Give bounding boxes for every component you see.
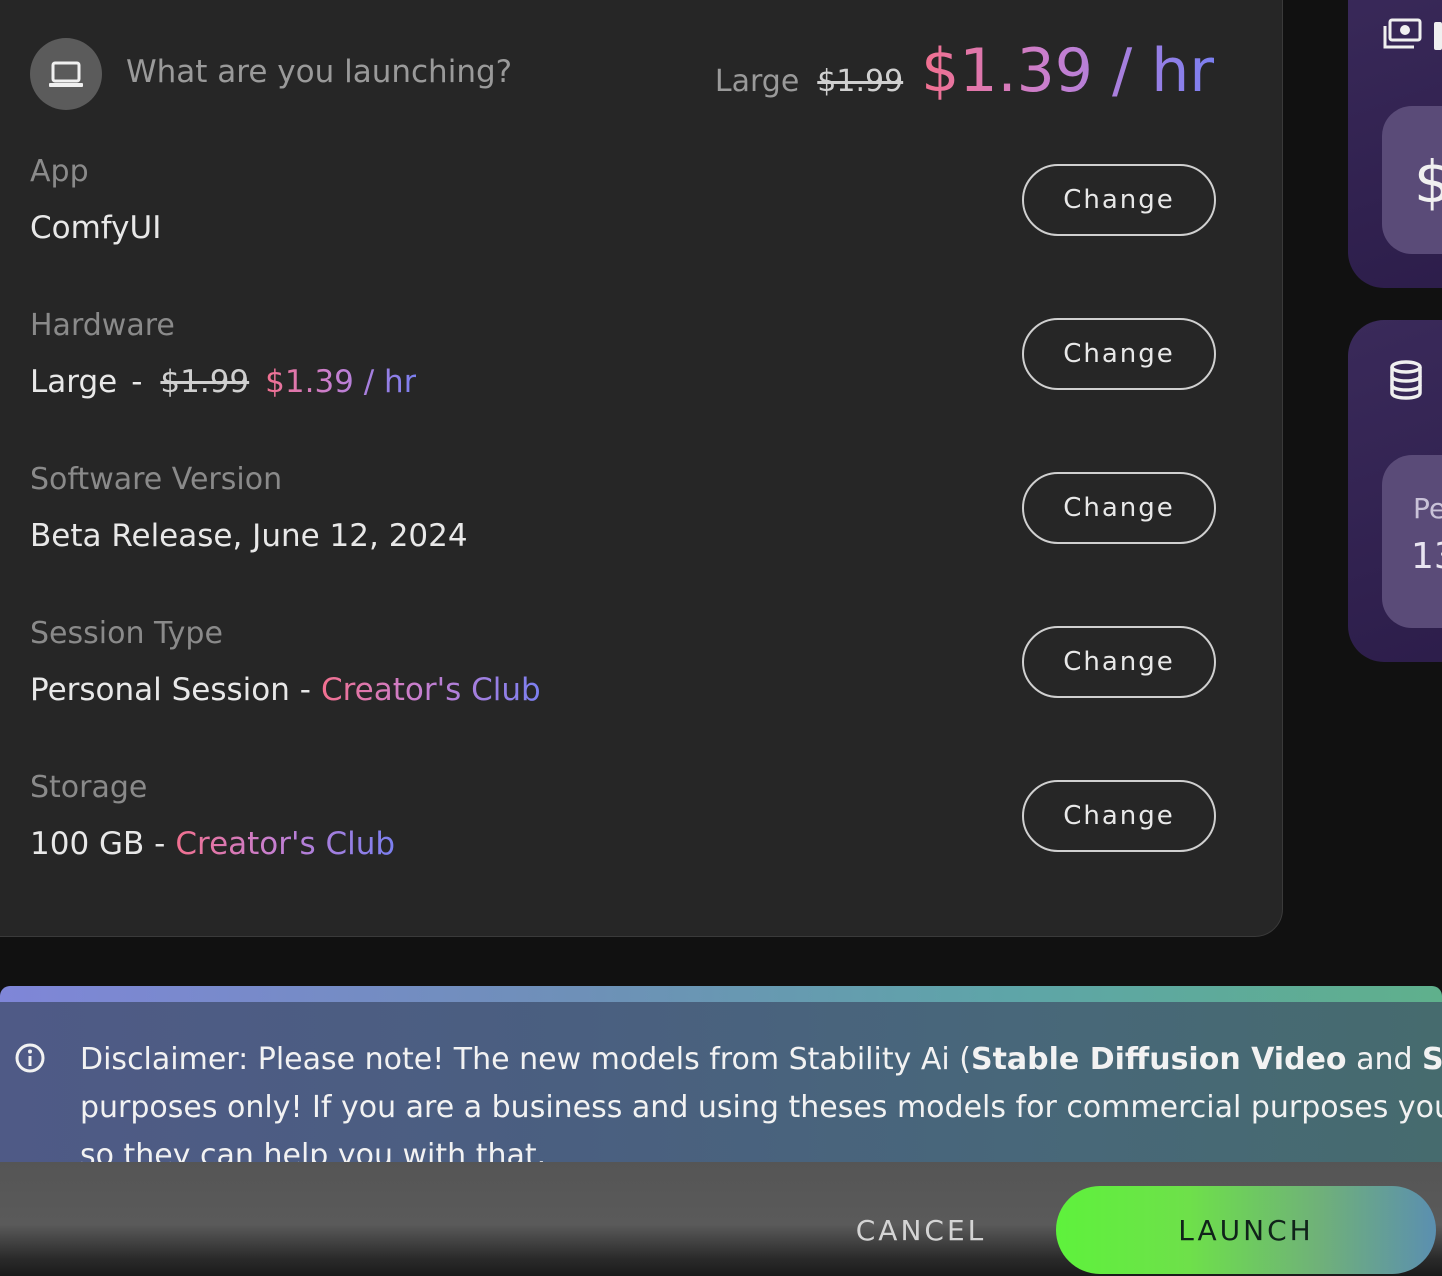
cancel-button[interactable]: CANCEL (836, 1194, 1006, 1266)
side-panel-label: Pe (1413, 492, 1442, 525)
disclaimer-banner: Disclaimer: Please note! The new models … (0, 1002, 1442, 1162)
row-value: Personal Session - Creator's Club (30, 672, 541, 708)
launch-header: What are you launching? Large $1.99 $1.3… (30, 36, 1220, 110)
launch-dialog: What are you launching? Large $1.99 $1.3… (0, 0, 1442, 1276)
dollar-symbol: $ (1414, 148, 1442, 216)
row-label: Storage (30, 770, 148, 805)
change-session-button[interactable]: Change (1022, 626, 1216, 698)
row-software-version: Software Version Beta Release, June 12, … (30, 462, 1220, 572)
side-panel-value: 13 (1411, 536, 1442, 577)
disclaimer-line-3: so they can help you with that. (80, 1138, 547, 1162)
hardware-separator: - (131, 364, 143, 400)
row-value: Large - $1.99 $1.39 / hr (30, 364, 416, 400)
storage-club-label: Creator's Club (175, 826, 396, 862)
storage-value: 100 GB - (30, 826, 166, 862)
launch-question: What are you launching? (126, 54, 513, 90)
session-club-label: Creator's Club (320, 672, 541, 708)
row-label: Hardware (30, 308, 175, 343)
change-software-button[interactable]: Change (1022, 472, 1216, 544)
laptop-icon (30, 38, 102, 110)
disclaimer-bold-model: Stab (1422, 1042, 1442, 1077)
row-hardware: Hardware Large - $1.99 $1.39 / hr Change (30, 308, 1220, 418)
hardware-new-price: $1.39 / hr (265, 364, 417, 400)
header-new-price: $1.39 / hr (921, 36, 1214, 106)
info-icon (14, 1042, 46, 1074)
header-tier: Large (714, 64, 800, 99)
disclaimer-text: Disclaimer: Please note! The new models … (80, 1036, 1442, 1162)
row-label: Session Type (30, 616, 223, 651)
hardware-old-price: $1.99 (160, 364, 250, 400)
session-value: Personal Session - (30, 672, 311, 708)
row-app: App ComfyUI Change (30, 154, 1220, 264)
disclaimer-text-part: Disclaimer: Please note! The new models … (80, 1042, 971, 1077)
cash-icon (1382, 18, 1422, 52)
row-value: 100 GB - Creator's Club (30, 826, 395, 862)
change-app-button[interactable]: Change (1022, 164, 1216, 236)
disclaimer-line-2: purposes only! If you are a business and… (80, 1090, 1442, 1125)
launch-button[interactable]: LAUNCH (1056, 1186, 1436, 1274)
database-icon (1388, 360, 1424, 400)
row-label: Software Version (30, 462, 283, 497)
row-value: ComfyUI (30, 210, 162, 246)
change-hardware-button[interactable]: Change (1022, 318, 1216, 390)
header-price: Large $1.99 $1.39 / hr (715, 36, 1214, 106)
row-value: Beta Release, June 12, 2024 (30, 518, 468, 554)
side-panel-title-fragment (1434, 22, 1442, 50)
row-storage: Storage 100 GB - Creator's Club Change (30, 770, 1220, 880)
row-session-type: Session Type Personal Session - Creator'… (30, 616, 1220, 726)
hardware-tier: Large (30, 364, 118, 400)
row-label: App (30, 154, 89, 189)
change-storage-button[interactable]: Change (1022, 780, 1216, 852)
disclaimer-text-part: and (1346, 1042, 1423, 1077)
header-old-price: $1.99 (817, 64, 904, 99)
disclaimer-bold-model: Stable Diffusion Video (970, 1042, 1347, 1077)
disclaimer-line-1: Disclaimer: Please note! The new models … (80, 1036, 1442, 1084)
